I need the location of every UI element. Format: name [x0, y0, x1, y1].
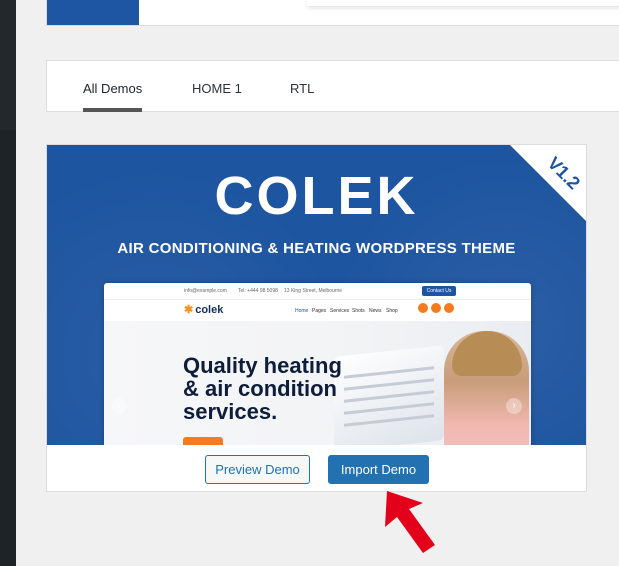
air-conditioner-image [334, 345, 444, 445]
mock-menu-item: Home [295, 308, 309, 314]
logo-star-icon: ✱ [184, 304, 194, 316]
mock-site-screenshot: info@example.com Tel: +444 98 5098 13 Ki… [104, 283, 531, 445]
ac-slat [344, 366, 434, 379]
red-arrow-pointer-icon [385, 491, 435, 553]
mock-hero: Quality heating & air condition services… [104, 321, 531, 445]
mock-navbar: ✱ colek Home Pages Services Shots News Sh… [104, 299, 531, 321]
mock-menu-item: Shots [352, 308, 365, 314]
mock-hero-button [183, 437, 223, 445]
demo-card: COLEK AIR CONDITIONING & HEATING WORDPRE… [46, 144, 587, 492]
demo-tabs: All Demos HOME 1 RTL [46, 60, 619, 112]
hero-line: & air condition [183, 376, 337, 401]
import-demo-button[interactable]: Import Demo [328, 455, 429, 484]
hero-line: Quality heating [183, 353, 342, 378]
tab-home-1[interactable]: HOME 1 [192, 81, 242, 96]
mock-menu-item: Services [330, 308, 350, 314]
woman-hair [452, 331, 522, 376]
social-icon [418, 303, 428, 313]
slider-next-icon[interactable]: › [506, 398, 522, 414]
ac-slat [344, 402, 434, 415]
ac-slat [344, 414, 434, 427]
mock-address: 13 King Street, Melbourne [284, 288, 343, 294]
mock-contact-button: Contact Us [422, 286, 456, 296]
mock-menu-item: Shop [386, 308, 398, 314]
previous-card [46, 0, 619, 26]
previous-card-panel [307, 0, 619, 6]
hero-line: services. [183, 399, 278, 424]
active-tab-indicator [83, 108, 142, 112]
social-icon [431, 303, 441, 313]
mock-logo: ✱ colek [184, 303, 223, 316]
mock-topbar: info@example.com Tel: +444 98 5098 13 Ki… [104, 283, 531, 300]
ac-slat [344, 390, 434, 403]
social-icon [444, 303, 454, 313]
demo-brand-title: COLEK [214, 166, 419, 226]
mock-menu-item: News [369, 308, 382, 314]
mock-logo-text: colek [195, 304, 224, 316]
mock-menu-item: Pages [312, 308, 327, 314]
previous-card-thumbnail [47, 0, 139, 25]
mock-hero-heading: Quality heating & air condition services… [183, 354, 342, 423]
tab-rtl[interactable]: RTL [290, 81, 314, 96]
mock-email: info@example.com [184, 288, 227, 294]
ac-slat [344, 378, 434, 391]
admin-sidebar [0, 0, 16, 566]
slider-prev-icon[interactable]: ‹ [111, 398, 127, 414]
woman-photo [444, 331, 529, 445]
demo-preview-image[interactable]: COLEK AIR CONDITIONING & HEATING WORDPRE… [47, 145, 586, 445]
admin-sidebar-shade [0, 130, 16, 566]
preview-demo-button[interactable]: Preview Demo [205, 455, 310, 484]
tab-all-demos[interactable]: All Demos [83, 81, 142, 96]
mock-phone: Tel: +444 98 5098 [238, 288, 278, 294]
demo-tagline: AIR CONDITIONING & HEATING WORDPRESS THE… [117, 240, 516, 257]
